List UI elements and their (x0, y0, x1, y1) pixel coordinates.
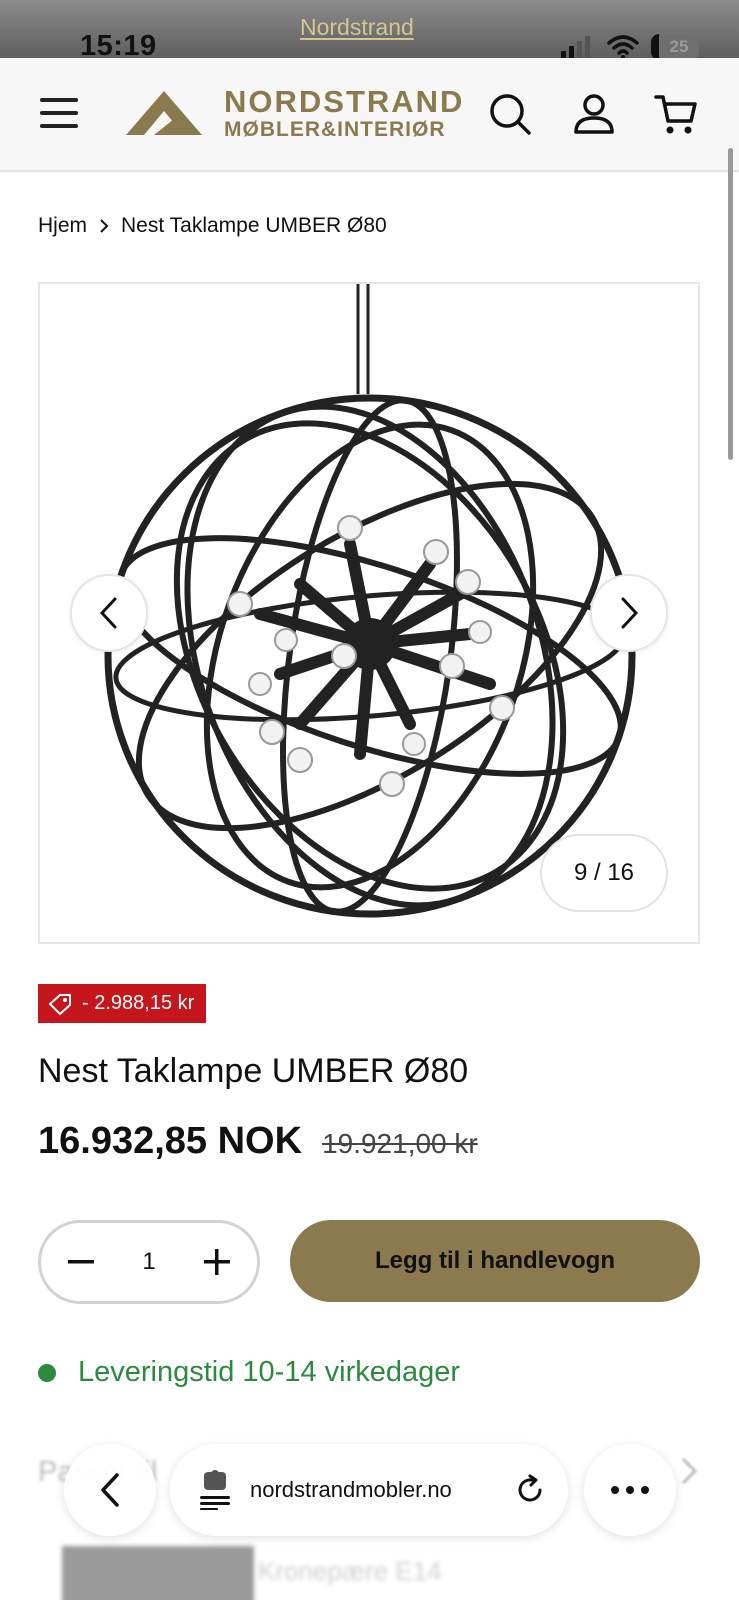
more-options-button[interactable] (584, 1444, 676, 1536)
address-bar[interactable]: nordstrandmobler.no (170, 1444, 568, 1536)
battery-icon: 25 (651, 34, 699, 60)
current-price: 16.932,85 NOK (38, 1120, 303, 1162)
related-item-name[interactable]: Kronepære E14 (258, 1556, 442, 1587)
menu-button[interactable] (38, 96, 82, 130)
chevron-left-icon (99, 597, 117, 629)
breadcrumb: Hjem Nest Taklampe UMBER Ø80 (38, 214, 387, 238)
plus-icon (204, 1249, 230, 1275)
ellipsis-icon (611, 1486, 649, 1494)
scrollbar[interactable] (728, 148, 733, 460)
chevron-right-icon[interactable] (679, 1456, 699, 1491)
logo-line2: MØBLER&INTERIØR (224, 118, 446, 141)
reader-extension-icon (200, 1470, 230, 1510)
increase-quantity-button[interactable] (201, 1246, 233, 1278)
decrease-quantity-button[interactable] (65, 1246, 97, 1278)
reload-icon[interactable] (514, 1474, 546, 1506)
gallery-counter: 9 / 16 (540, 834, 668, 912)
url-text: nordstrandmobler.no (250, 1477, 452, 1502)
gallery-next-button[interactable] (590, 574, 668, 652)
chevron-right-icon (621, 597, 639, 629)
discount-amount: - 2.988,15 kr (82, 992, 195, 1014)
search-icon[interactable] (488, 92, 532, 136)
discount-badge: - 2.988,15 kr (38, 984, 207, 1023)
minus-icon (68, 1260, 94, 1264)
account-icon[interactable] (572, 92, 616, 136)
wifi-icon (607, 35, 639, 59)
add-to-cart-button[interactable]: Legg til i handlevogn (290, 1220, 700, 1302)
promo-link[interactable]: Nordstrand (300, 14, 414, 41)
status-dot-icon (38, 1363, 56, 1382)
related-item-thumbnail[interactable] (62, 1546, 254, 1600)
quantity-input[interactable] (119, 1248, 179, 1276)
chevron-right-icon (97, 217, 111, 235)
tag-icon (49, 993, 71, 1015)
old-price: 19.921,00 kr (322, 1128, 478, 1159)
status-icons: 25 (559, 34, 699, 60)
logo-line1: NORDSTRAND (224, 84, 465, 119)
gallery-prev-button[interactable] (70, 574, 148, 652)
logo[interactable]: NORDSTRAND MØBLER&INTERIØR (124, 86, 464, 140)
breadcrumb-home[interactable]: Hjem (38, 214, 87, 238)
signal-icon (561, 36, 590, 59)
delivery-status: Leveringstid 10-14 virkedager (38, 1356, 460, 1389)
product-title: Nest Taklampe UMBER Ø80 (38, 1052, 469, 1090)
browser-back-button[interactable] (64, 1444, 156, 1536)
cart-icon[interactable] (654, 92, 698, 136)
price-row: 16.932,85 NOK 19.921,00 kr (38, 1120, 478, 1163)
site-header: NORDSTRAND MØBLER&INTERIØR (0, 58, 739, 172)
chevron-left-icon (101, 1473, 119, 1507)
status-bar: 15:19 Nordstrand 25 (0, 0, 739, 62)
quantity-stepper (38, 1220, 260, 1304)
delivery-text: Leveringstid 10-14 virkedager (78, 1356, 461, 1388)
breadcrumb-current: Nest Taklampe UMBER Ø80 (121, 214, 387, 237)
logo-mark-icon (126, 91, 202, 135)
